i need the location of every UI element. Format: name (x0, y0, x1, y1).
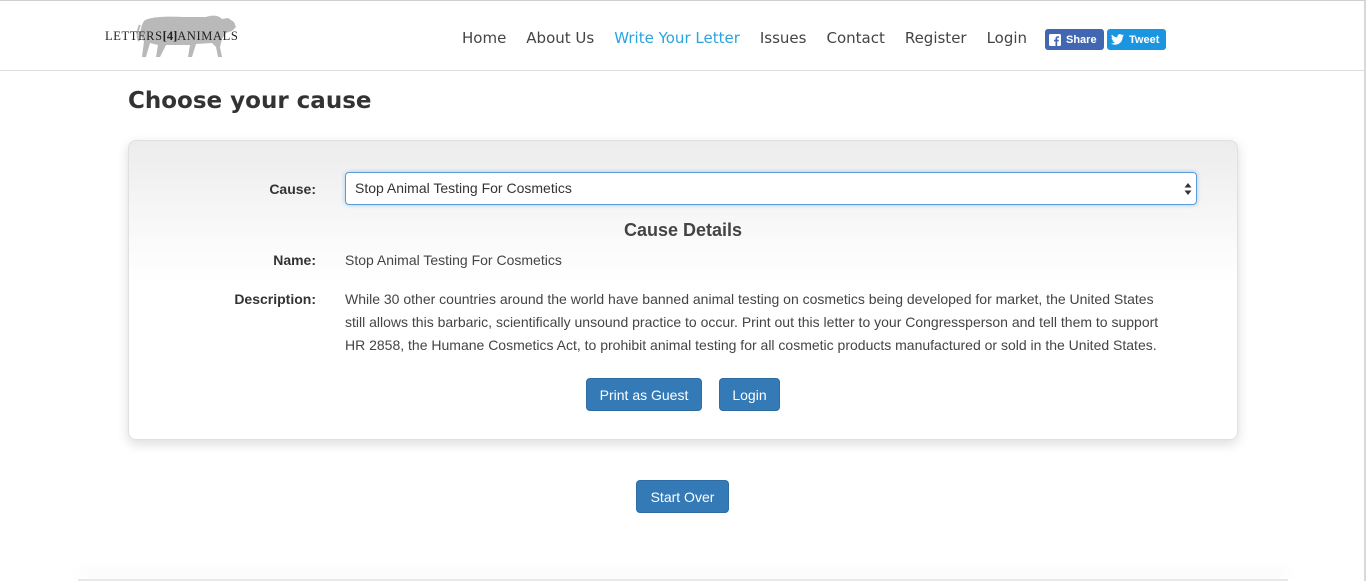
nav-write-your-letter[interactable]: Write Your Letter (604, 28, 750, 48)
social-share: Share Tweet (1045, 29, 1166, 50)
cause-label: Cause: (269, 181, 316, 197)
site-logo[interactable]: LETTERS[4]ANIMALS (104, 13, 246, 59)
twitter-bird-icon (1111, 34, 1124, 45)
cause-details-heading: Cause Details (623, 220, 743, 240)
description-value: While 30 other countries around the worl… (345, 291, 1159, 353)
description-label: Description: (234, 291, 316, 307)
nav-register[interactable]: Register (895, 28, 977, 48)
nav-issues[interactable]: Issues (750, 28, 817, 48)
name-value: Stop Animal Testing For Cosmetics (345, 252, 562, 268)
cause-select[interactable]: Stop Animal Testing For Cosmetics (345, 172, 1197, 205)
facebook-share-button[interactable]: Share (1045, 29, 1104, 50)
main-nav: Home About Us Write Your Letter Issues C… (452, 1, 1037, 71)
print-as-guest-button[interactable]: Print as Guest (586, 378, 702, 411)
navbar: LETTERS[4]ANIMALS Home About Us Write Yo… (0, 1, 1366, 71)
select-updown-arrows-icon (1184, 183, 1192, 195)
nav-home[interactable]: Home (452, 28, 516, 48)
nav-contact[interactable]: Contact (816, 28, 894, 48)
facebook-icon (1049, 33, 1061, 46)
nav-login[interactable]: Login (977, 28, 1037, 48)
twitter-tweet-button[interactable]: Tweet (1107, 29, 1166, 50)
browser-viewport: LETTERS[4]ANIMALS Home About Us Write Yo… (0, 0, 1366, 581)
start-over-button[interactable]: Start Over (636, 480, 729, 513)
facebook-share-label: Share (1066, 33, 1097, 46)
name-label: Name: (273, 252, 316, 268)
logo-wordmark: LETTERS[4]ANIMALS (105, 29, 239, 43)
twitter-tweet-label: Tweet (1129, 33, 1160, 46)
panel-login-button[interactable]: Login (719, 378, 780, 411)
cause-panel: Cause: Stop Animal Testing For Cosmetics… (128, 140, 1238, 440)
cause-select-value: Stop Animal Testing For Cosmetics (355, 180, 572, 196)
page-title: Choose your cause (128, 88, 372, 114)
nav-about-us[interactable]: About Us (516, 28, 604, 48)
